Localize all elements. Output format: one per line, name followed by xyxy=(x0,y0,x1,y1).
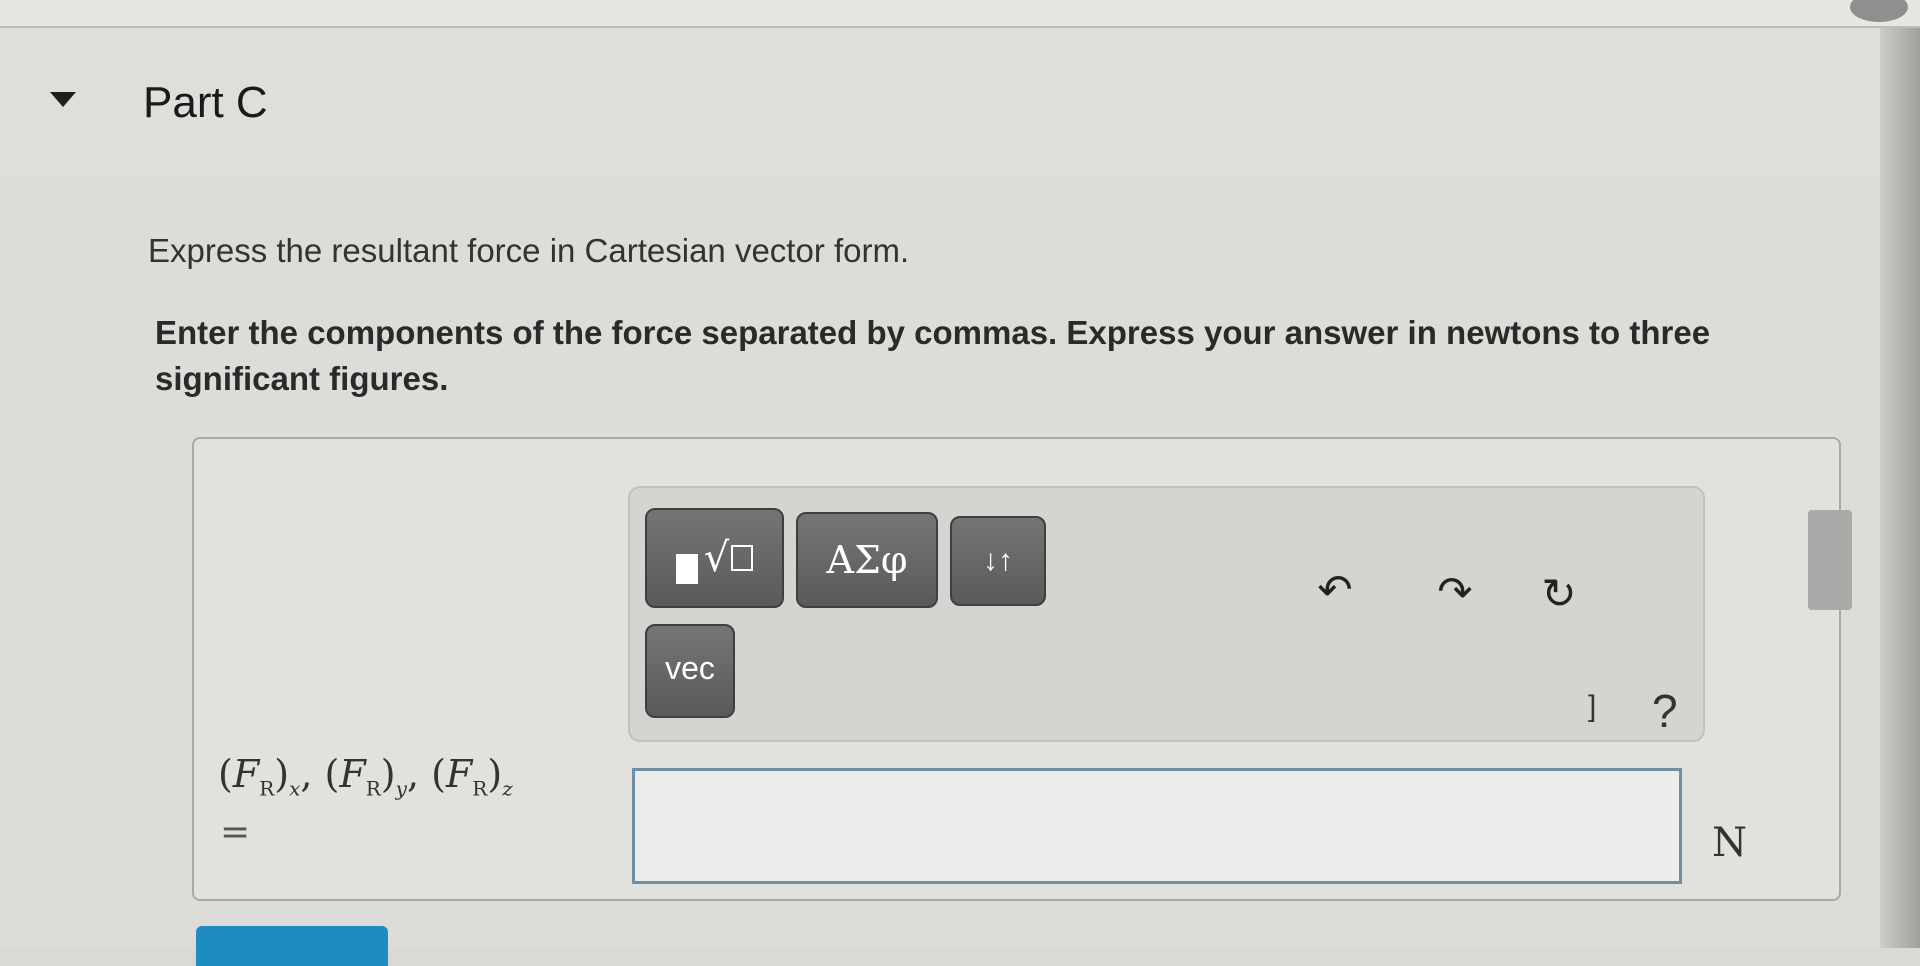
radical-glyph: √ xyxy=(704,535,754,581)
undo-icon[interactable]: ↶ xyxy=(1310,562,1360,616)
scrollbar-thumb[interactable] xyxy=(1808,510,1852,610)
redo-icon[interactable]: ↷ xyxy=(1430,564,1480,618)
answer-input[interactable] xyxy=(632,768,1682,884)
collapse-caret-icon[interactable] xyxy=(50,92,76,107)
vector-button[interactable]: vec xyxy=(645,624,735,718)
help-icon[interactable]: ? xyxy=(1652,684,1678,738)
unit-label: N xyxy=(1712,820,1747,866)
templates-icon xyxy=(675,554,698,584)
answer-instructions: Enter the components of the force separa… xyxy=(155,314,1711,397)
bracket-mark: ] xyxy=(1588,690,1597,723)
part-title: Part C xyxy=(143,78,268,127)
reset-icon[interactable]: ↻ xyxy=(1532,566,1586,620)
part-header[interactable]: Part C xyxy=(0,28,1920,178)
question-prompt: Express the resultant force in Cartesian… xyxy=(148,232,910,269)
templates-button[interactable]: √ xyxy=(645,508,784,608)
arrows-button[interactable]: ↓↑ xyxy=(950,516,1046,606)
top-border xyxy=(0,0,1920,28)
greek-symbols-button[interactable]: ΑΣφ xyxy=(796,512,938,608)
right-edge-shade xyxy=(1880,28,1920,948)
equals-sign: = xyxy=(220,812,251,853)
answer-variable-label: (FR)x, (FR)y, (FR)z xyxy=(218,752,513,801)
submit-button[interactable] xyxy=(196,926,388,966)
